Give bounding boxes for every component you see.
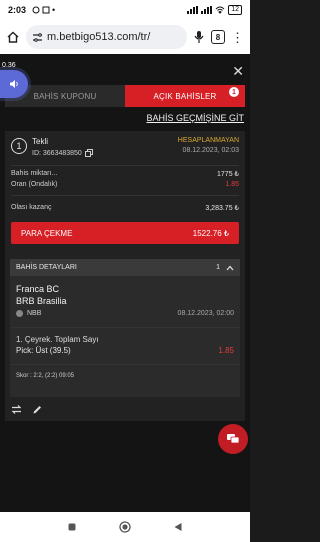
cashout-amount: 1522.76 ₺ [192, 228, 229, 238]
details-header[interactable]: BAHİS DETAYLARI 1 [10, 259, 240, 276]
bet-status: HESAPLANMAYAN [177, 137, 239, 144]
more-icon: • [52, 5, 56, 15]
bet-header: 1 Tekli ID: 3663483850 HESAPLANMAYAN 08.… [11, 136, 239, 162]
url-text[interactable]: m.betbigo513.com/tr/ [47, 31, 150, 43]
odds-label: Oran (Ondalık) [11, 181, 58, 188]
divider [11, 195, 239, 196]
divider [10, 364, 240, 365]
mic-icon[interactable] [193, 30, 205, 44]
basketball-icon [16, 310, 23, 317]
details-title: BAHİS DETAYLARI [16, 264, 77, 271]
home-nav-icon[interactable] [119, 521, 131, 533]
tab-bet-slip-label: BAHİS KUPONU [33, 91, 97, 101]
cashout-button[interactable]: PARA ÇEKME 1522.76 ₺ [11, 222, 239, 244]
bet-tools [11, 404, 43, 415]
chat-icon [227, 434, 240, 444]
chat-button[interactable] [218, 424, 248, 454]
tab-open-bets-label: AÇIK BAHİSLER [153, 91, 217, 101]
sound-button[interactable] [0, 70, 28, 98]
signal-icon [187, 6, 199, 14]
open-bets-badge: 1 [229, 87, 239, 97]
match-date: 08.12.2023, 02:00 [177, 310, 234, 317]
status-time: 2:03 [8, 5, 27, 15]
recents-icon[interactable] [67, 522, 77, 532]
speed-readout: 0.36 [2, 62, 16, 69]
bet-index: 1 [11, 138, 27, 154]
chevron-up-icon[interactable] [226, 265, 234, 271]
stake-value: 1775 ₺ [217, 171, 239, 178]
potential-row: Olası kazanç 3,283.75 ₺ [11, 204, 239, 212]
pick-odds: 1.85 [218, 346, 234, 355]
status-right: 12 [187, 5, 242, 15]
tab-switcher-button[interactable]: 8 [211, 30, 225, 44]
bet-tabs: BAHİS KUPONU AÇIK BAHİSLER 1 [5, 85, 245, 107]
battery-icon: 12 [228, 5, 242, 15]
divider [11, 165, 239, 166]
notification-icons: • [32, 5, 55, 15]
league-name: NBB [27, 310, 42, 317]
divider [10, 327, 240, 328]
url-bar[interactable]: m.betbigo513.com/tr/ [26, 25, 187, 49]
team-home: Franca BC [16, 284, 60, 294]
signal-icon-2 [201, 6, 213, 14]
pick-row: Pick: Üst (39.5) 1.85 [16, 346, 234, 355]
bet-id: ID: 3663483850 [32, 149, 82, 157]
league-row: NBB 08.12.2023, 02:00 [16, 310, 234, 317]
bet-date: 08.12.2023, 02:03 [182, 147, 239, 154]
wifi-icon [215, 6, 225, 14]
site-settings-icon[interactable] [32, 32, 43, 43]
cashout-label: PARA ÇEKME [21, 228, 73, 238]
score-text: Skor : 2:2, (2:2) 09:05 [16, 373, 75, 379]
potential-value: 3,283.75 ₺ [205, 205, 239, 212]
tab-open-bets[interactable]: AÇIK BAHİSLER 1 [125, 85, 245, 107]
bet-history-link[interactable]: BAHİS GEÇMİŞİNE GİT [146, 113, 244, 123]
status-bar: 2:03 • 12 [0, 0, 250, 20]
team-away: BRB Brasilia [16, 296, 67, 306]
home-icon[interactable] [6, 30, 20, 44]
copy-icon[interactable] [84, 149, 93, 157]
swap-icon[interactable] [11, 404, 22, 415]
stake-row: Bahis miktarı... 1775 ₺ [11, 170, 239, 178]
browser-toolbar: m.betbigo513.com/tr/ 8 ⋮ [0, 20, 250, 54]
market-name: 1. Çeyrek. Toplam Sayı [16, 335, 99, 344]
speaker-icon [10, 80, 18, 88]
odds-row: Oran (Ondalık) 1.85 [11, 181, 239, 188]
back-icon[interactable] [173, 522, 183, 532]
odds-value: 1.85 [225, 181, 239, 188]
pick-text: Pick: Üst (39.5) [16, 346, 71, 355]
stake-label: Bahis miktarı... [11, 170, 58, 177]
notification-icon [32, 6, 40, 14]
close-icon[interactable]: ✕ [232, 63, 244, 80]
bet-type: Tekli [32, 137, 49, 146]
edit-icon[interactable] [32, 404, 43, 415]
notification-icon [42, 6, 50, 14]
menu-icon[interactable]: ⋮ [231, 31, 244, 44]
bet-id-row: ID: 3663483850 [32, 149, 93, 157]
details-count: 1 [216, 264, 220, 271]
bet-details: BAHİS DETAYLARI 1 Franca BC BRB Brasilia… [10, 259, 240, 397]
potential-label: Olası kazanç [11, 204, 52, 211]
system-nav-bar [0, 512, 250, 542]
bet-card: 1 Tekli ID: 3663483850 HESAPLANMAYAN 08.… [5, 131, 245, 421]
